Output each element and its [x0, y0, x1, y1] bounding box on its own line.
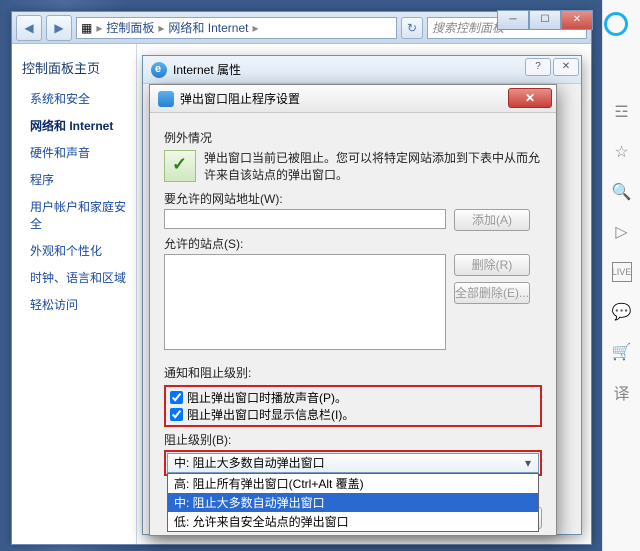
block-level-label: 阻止级别(B): [164, 431, 542, 448]
breadcrumb[interactable]: 控制面板 [106, 19, 154, 36]
search-icon[interactable]: 🔍 [612, 182, 632, 202]
chevron-down-icon: ▾ [520, 456, 536, 470]
close-button[interactable]: ✕ [561, 10, 593, 30]
dialog-title: 弹出窗口阻止程序设置 [180, 90, 300, 107]
description-text: 弹出窗口当前已被阻止。您可以将特定网站添加到下表中从而允许来自该站点的弹出窗口。 [204, 150, 542, 184]
qq-browser-icon[interactable] [604, 12, 628, 36]
chat-icon[interactable]: 💬 [612, 302, 632, 322]
combo-value: 中: 阻止大多数自动弹出窗口 [174, 454, 325, 471]
add-button[interactable]: 添加(A) [454, 209, 530, 231]
allowed-sites-list[interactable] [164, 254, 446, 350]
dialog-title: Internet 属性 [173, 61, 241, 78]
remove-all-button[interactable]: 全部删除(E)... [454, 282, 530, 304]
remove-button[interactable]: 删除(R) [454, 254, 530, 276]
highlight-box: 中: 阻止大多数自动弹出窗口 ▾ 高: 阻止所有弹出窗口(Ctrl+Alt 覆盖… [164, 450, 542, 476]
sidebar: 控制面板主页 系统和安全网络和 Internet硬件和声音程序用户帐户和家庭安全… [12, 44, 137, 544]
infobar-checkbox[interactable] [170, 408, 183, 421]
forward-button[interactable]: ▶ [46, 15, 72, 41]
popup-blocker-dialog: 弹出窗口阻止程序设置 ✕ 例外情况 弹出窗口当前已被阻止。您可以将特定网站添加到… [149, 84, 557, 536]
address-input[interactable] [164, 209, 446, 229]
block-level-dropdown: 高: 阻止所有弹出窗口(Ctrl+Alt 覆盖) 中: 阻止大多数自动弹出窗口 … [167, 473, 539, 532]
sidebar-item[interactable]: 时钟、语言和区域 [12, 264, 136, 291]
sidebar-item[interactable]: 轻松访问 [12, 291, 136, 318]
refresh-button[interactable]: ↻ [401, 17, 423, 39]
sidebar-item[interactable]: 外观和个性化 [12, 237, 136, 264]
minimize-button[interactable]: ─ [497, 10, 529, 30]
play-icon[interactable]: ▷ [612, 222, 632, 242]
dropdown-option[interactable]: 高: 阻止所有弹出窗口(Ctrl+Alt 覆盖) [168, 474, 538, 493]
sidebar-item[interactable]: 网络和 Internet [12, 112, 136, 139]
breadcrumb[interactable]: 网络和 Internet [168, 19, 248, 36]
address-bar[interactable]: ▦ ▸ 控制面板 ▸ 网络和 Internet ▸ [76, 17, 397, 39]
allowed-sites-label: 允许的站点(S): [164, 235, 542, 252]
control-panel-icon: ▦ [81, 21, 92, 35]
sidebar-item[interactable]: 系统和安全 [12, 85, 136, 112]
notify-label: 通知和阻止级别: [164, 364, 542, 381]
close-button[interactable]: ✕ [553, 58, 579, 76]
address-label: 要允许的网站地址(W): [164, 190, 542, 207]
maximize-button[interactable]: ☐ [529, 10, 561, 30]
cart-icon[interactable]: 🛒 [612, 342, 632, 362]
dropdown-option[interactable]: 低: 允许来自安全站点的弹出窗口 [168, 512, 538, 531]
browser-sidebar: ☲ ☆ 🔍 ▷ LIVE 💬 🛒 译 [602, 0, 640, 551]
back-button[interactable]: ◀ [16, 15, 42, 41]
shield-check-icon [164, 150, 196, 182]
sound-checkbox-label: 阻止弹出窗口时播放声音(P)。 [187, 389, 347, 406]
infobar-checkbox-label: 阻止弹出窗口时显示信息栏(I)。 [187, 406, 354, 423]
ie-icon [151, 62, 167, 78]
help-button[interactable]: ? [525, 58, 551, 76]
live-icon[interactable]: LIVE [612, 262, 632, 282]
dropdown-option[interactable]: 中: 阻止大多数自动弹出窗口 [168, 493, 538, 512]
highlight-box: 阻止弹出窗口时播放声音(P)。 阻止弹出窗口时显示信息栏(I)。 [164, 385, 542, 427]
list-icon[interactable]: ☲ [612, 102, 632, 122]
ie-icon [158, 91, 174, 107]
exceptions-label: 例外情况 [164, 129, 542, 146]
star-icon[interactable]: ☆ [612, 142, 632, 162]
sound-checkbox[interactable] [170, 391, 183, 404]
close-button[interactable]: ✕ [508, 88, 552, 108]
sidebar-item[interactable]: 用户帐户和家庭安全 [12, 193, 136, 237]
sidebar-item[interactable]: 硬件和声音 [12, 139, 136, 166]
sidebar-item[interactable]: 程序 [12, 166, 136, 193]
sidebar-header: 控制面板主页 [12, 54, 136, 85]
block-level-combo[interactable]: 中: 阻止大多数自动弹出窗口 ▾ [167, 453, 539, 473]
translate-icon[interactable]: 译 [612, 382, 632, 402]
